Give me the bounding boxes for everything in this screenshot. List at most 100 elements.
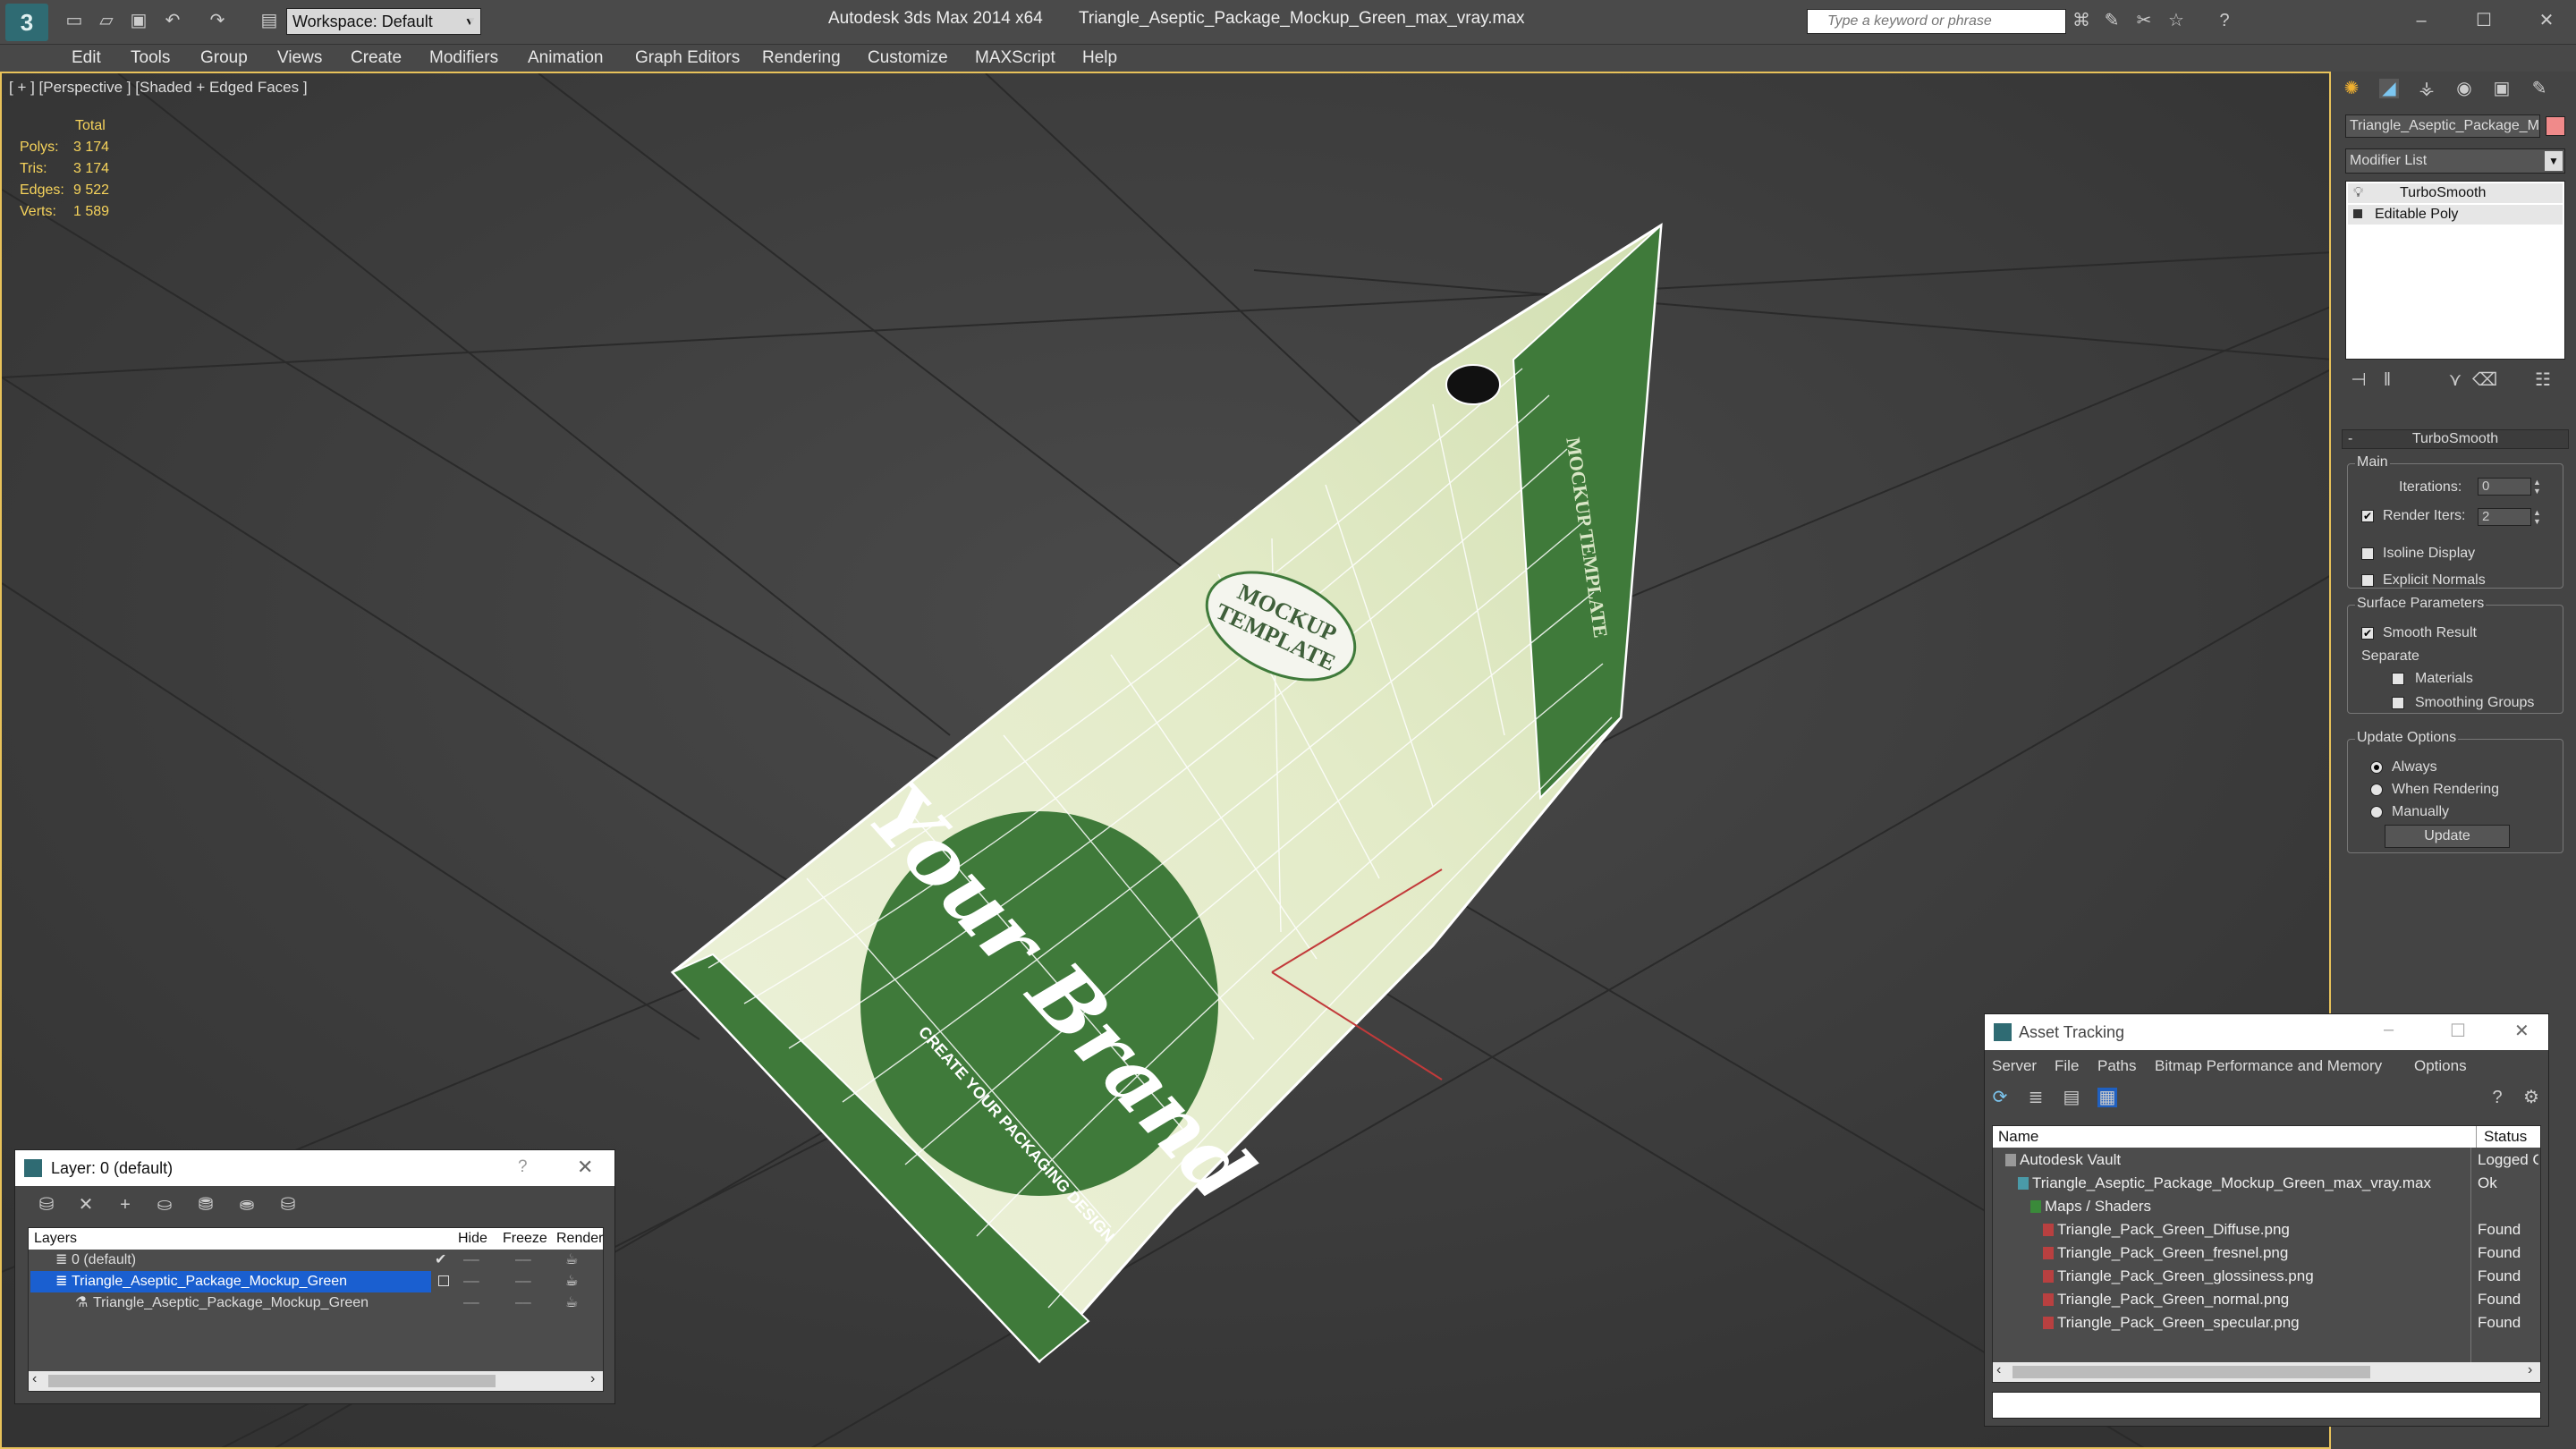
undo-icon[interactable]: ↶ bbox=[163, 11, 182, 30]
isoline-checkbox[interactable] bbox=[2361, 547, 2374, 560]
menu-options[interactable]: Options bbox=[2414, 1054, 2467, 1079]
col-hide[interactable]: Hide bbox=[458, 1228, 487, 1250]
col-render[interactable]: Render bbox=[556, 1228, 603, 1250]
asset-row[interactable]: Triangle_Pack_Green_glossiness.png Found bbox=[1993, 1266, 2540, 1287]
delete-layer-icon[interactable]: ✕ bbox=[76, 1195, 96, 1215]
menu-group[interactable]: Group bbox=[200, 45, 248, 72]
scroll-left-icon[interactable]: ‹ bbox=[32, 1371, 37, 1387]
menu-file[interactable]: File bbox=[2055, 1054, 2079, 1079]
scroll-thumb[interactable] bbox=[2012, 1366, 2370, 1378]
close-icon[interactable]: ✕ bbox=[2537, 11, 2556, 30]
create-tab-icon[interactable]: ✺ bbox=[2342, 79, 2361, 98]
smoothing-groups-checkbox[interactable] bbox=[2392, 697, 2404, 709]
redo-icon[interactable]: ↷ bbox=[208, 11, 227, 30]
modify-tab-icon[interactable]: ◢ bbox=[2379, 79, 2399, 98]
add-to-layer-icon[interactable]: + bbox=[115, 1195, 135, 1215]
col-status[interactable]: Status bbox=[2476, 1126, 2527, 1148]
col-name[interactable]: Name bbox=[1998, 1126, 2038, 1148]
menu-tools[interactable]: Tools bbox=[131, 45, 170, 72]
subscription-icon[interactable]: ✂ bbox=[2134, 11, 2154, 30]
asset-row[interactable]: Triangle_Aseptic_Package_Mockup_Green_ma… bbox=[1993, 1173, 2540, 1194]
menu-maxscript[interactable]: MAXScript bbox=[975, 45, 1055, 72]
iterations-spinner[interactable]: 0 bbox=[2478, 478, 2531, 496]
display-tab-icon[interactable]: ▣ bbox=[2492, 79, 2512, 98]
open-file-icon[interactable]: ▱ bbox=[97, 11, 116, 30]
manually-radio[interactable] bbox=[2370, 806, 2383, 818]
maximize-icon[interactable]: ☐ bbox=[2450, 1020, 2466, 1042]
make-unique-icon[interactable]: ⋎ bbox=[2445, 370, 2465, 390]
col-layers[interactable]: Layers bbox=[34, 1228, 77, 1250]
freeze-toggle-icon[interactable]: –– bbox=[515, 1271, 531, 1292]
remove-modifier-icon[interactable]: ⌫ bbox=[2472, 370, 2497, 390]
asset-row[interactable]: Triangle_Pack_Green_fresnel.png Found bbox=[1993, 1242, 2540, 1264]
stack-item-turbosmooth[interactable]: 💡︎ TurboSmooth bbox=[2348, 183, 2563, 203]
object-color-swatch[interactable] bbox=[2546, 116, 2565, 136]
highlight-layer-icon[interactable]: ⛃ bbox=[196, 1195, 216, 1215]
turbosmooth-rollout-header[interactable]: - TurboSmooth bbox=[2342, 429, 2569, 449]
minimize-icon[interactable]: – bbox=[2384, 1020, 2394, 1040]
always-radio[interactable] bbox=[2370, 761, 2383, 774]
favorites-icon[interactable]: ☆ bbox=[2166, 11, 2186, 30]
when-rendering-radio[interactable] bbox=[2370, 784, 2383, 796]
overflow-icon[interactable]: ▼ bbox=[462, 11, 481, 30]
pin-stack-icon[interactable]: ⊣ bbox=[2349, 370, 2368, 390]
motion-tab-icon[interactable]: ◉ bbox=[2454, 79, 2474, 98]
spinner-arrows-icon[interactable]: ▲ ▼ bbox=[2533, 478, 2541, 496]
active-check-icon[interactable]: ✔ bbox=[435, 1250, 446, 1271]
project-folder-icon[interactable]: ▤ bbox=[259, 11, 279, 30]
scroll-right-icon[interactable]: › bbox=[590, 1371, 595, 1387]
spinner-arrows-icon[interactable]: ▲ ▼ bbox=[2533, 508, 2541, 526]
col-freeze[interactable]: Freeze bbox=[503, 1228, 547, 1250]
modifier-list-dropdown[interactable]: Modifier List ▼ bbox=[2345, 148, 2565, 174]
select-objects-icon[interactable]: ⛀ bbox=[155, 1195, 174, 1215]
create-layer-icon[interactable]: ⛁ bbox=[37, 1195, 56, 1215]
render-toggle-icon[interactable]: ☕︎ bbox=[565, 1271, 578, 1292]
hide-all-icon[interactable]: ⛂ bbox=[237, 1195, 257, 1215]
minimize-icon[interactable]: – bbox=[2411, 11, 2431, 30]
menu-rendering[interactable]: Rendering bbox=[762, 45, 841, 72]
search-input[interactable] bbox=[1808, 10, 2065, 33]
materials-checkbox[interactable] bbox=[2392, 673, 2404, 685]
help-icon[interactable]: ? bbox=[2487, 1088, 2507, 1107]
tree-view-icon[interactable]: ▤ bbox=[2062, 1088, 2081, 1107]
menu-paths[interactable]: Paths bbox=[2097, 1054, 2136, 1079]
menu-help[interactable]: Help bbox=[1082, 45, 1117, 72]
lightbulb-icon[interactable]: 💡︎ bbox=[2353, 183, 2363, 203]
close-icon[interactable]: ✕ bbox=[2514, 1020, 2529, 1042]
expand-icon[interactable] bbox=[2353, 209, 2362, 218]
render-iters-checkbox[interactable]: ✔ bbox=[2361, 510, 2374, 522]
hide-toggle-icon[interactable]: –– bbox=[463, 1250, 479, 1271]
menu-bitmap-performance[interactable]: Bitmap Performance and Memory bbox=[2155, 1054, 2382, 1079]
menu-create[interactable]: Create bbox=[351, 45, 402, 72]
smooth-result-checkbox[interactable]: ✔ bbox=[2361, 627, 2374, 640]
horizontal-scrollbar[interactable]: ‹ › bbox=[29, 1371, 603, 1391]
menu-server[interactable]: Server bbox=[1992, 1054, 2037, 1079]
scroll-left-icon[interactable]: ‹ bbox=[1996, 1362, 2001, 1378]
render-toggle-icon[interactable]: ☕︎ bbox=[565, 1292, 578, 1314]
update-button[interactable]: Update bbox=[2385, 825, 2510, 848]
tools-icon[interactable]: ✎ bbox=[2102, 11, 2122, 30]
table-view-icon[interactable]: ▦ bbox=[2097, 1088, 2117, 1107]
maximize-icon[interactable]: ☐ bbox=[2474, 11, 2494, 30]
app-logo-icon[interactable]: 3 bbox=[5, 4, 48, 41]
menu-graph-editors[interactable]: Graph Editors bbox=[635, 45, 740, 72]
settings-icon[interactable]: ⚙ bbox=[2521, 1088, 2541, 1107]
asset-row[interactable]: Triangle_Pack_Green_specular.png Found bbox=[1993, 1312, 2540, 1334]
object-name-field[interactable]: Triangle_Aseptic_Package_M bbox=[2345, 114, 2540, 138]
stack-item-editable-poly[interactable]: Editable Poly bbox=[2348, 205, 2563, 225]
list-view-icon[interactable]: ≣ bbox=[2026, 1088, 2046, 1107]
new-file-icon[interactable]: ▭ bbox=[64, 11, 84, 30]
search-box[interactable] bbox=[1807, 9, 2066, 34]
freeze-all-icon[interactable]: ⛁ bbox=[278, 1195, 298, 1215]
show-end-result-icon[interactable]: ‖ bbox=[2377, 370, 2397, 390]
menu-edit[interactable]: Edit bbox=[72, 45, 101, 72]
menu-customize[interactable]: Customize bbox=[868, 45, 948, 72]
asset-row[interactable]: Maps / Shaders bbox=[1993, 1196, 2540, 1217]
hide-toggle-icon[interactable]: –– bbox=[463, 1292, 479, 1314]
hierarchy-tab-icon[interactable]: ⚶ bbox=[2417, 79, 2436, 98]
asset-path-field[interactable] bbox=[1992, 1392, 2541, 1419]
hide-toggle-icon[interactable]: –– bbox=[463, 1271, 479, 1292]
layer-row[interactable]: ≣ 0 (default) ✔ –– –– ☕︎ bbox=[29, 1250, 603, 1271]
refresh-icon[interactable]: ⟳ bbox=[1990, 1088, 2010, 1107]
asset-row[interactable]: Triangle_Pack_Green_normal.png Found bbox=[1993, 1289, 2540, 1310]
